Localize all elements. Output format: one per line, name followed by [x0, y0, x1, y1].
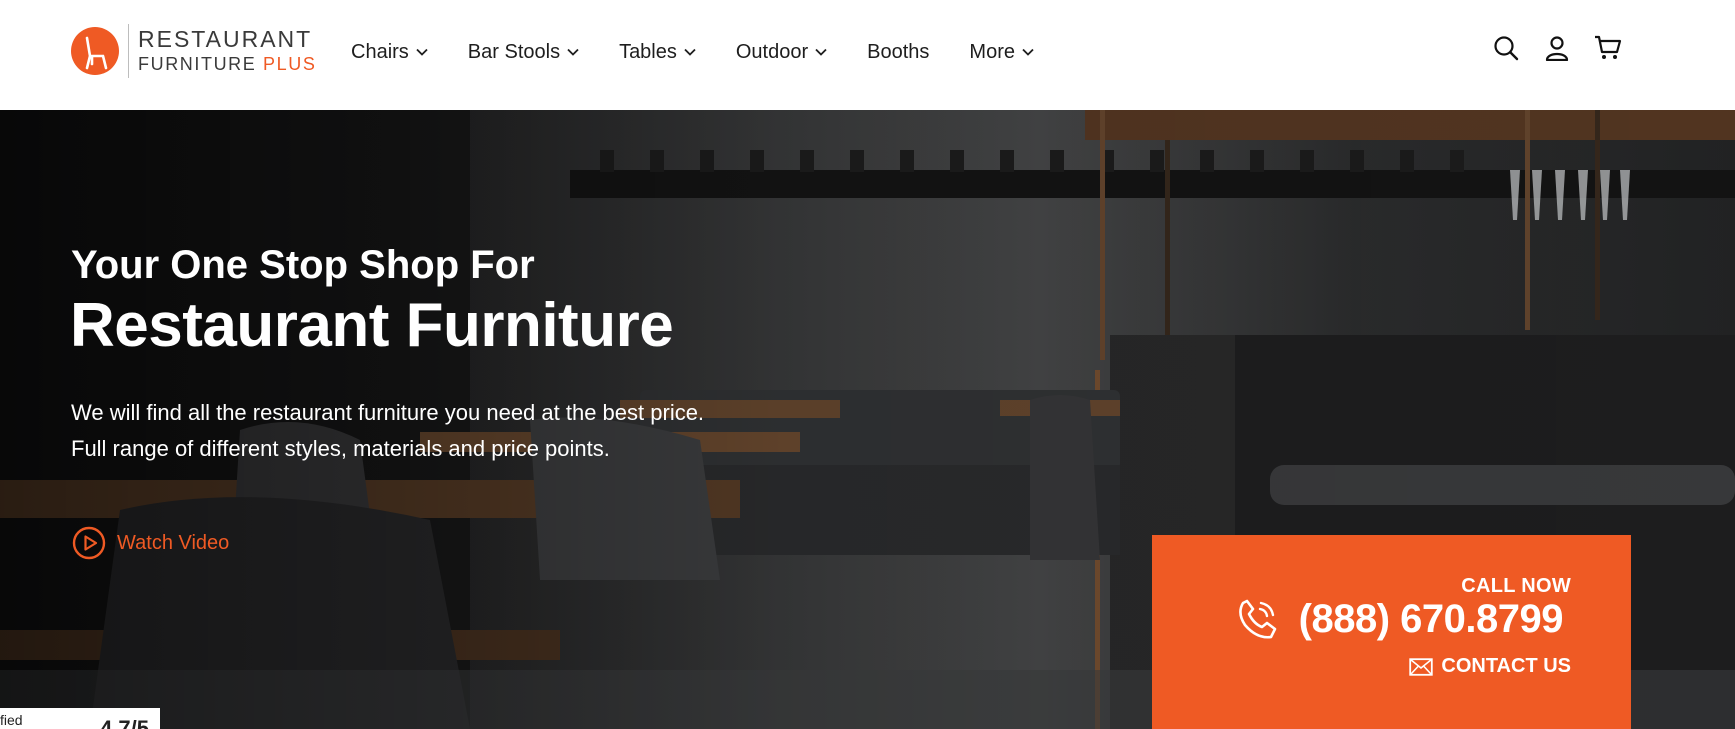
chevron-down-icon: [416, 48, 428, 56]
logo-text-furniture-plus: FURNITURE PLUS: [138, 54, 317, 74]
watch-video-button[interactable]: Watch Video: [72, 526, 229, 560]
chevron-down-icon: [815, 48, 827, 56]
phone-icon: [1238, 599, 1276, 639]
logo-divider: [128, 24, 129, 78]
contact-us-label: CONTACT US: [1441, 655, 1571, 677]
call-now-panel: CALL NOW (888) 670.8799 CONTACT US: [1152, 535, 1631, 729]
hero-title: Restaurant Furniture: [70, 291, 674, 360]
chevron-down-icon: [1022, 48, 1034, 56]
nav-outdoor[interactable]: Outdoor: [736, 41, 827, 64]
badge-text: fied: [0, 712, 23, 728]
chevron-down-icon: [567, 48, 579, 56]
site-header: RESTAURANT FURNITURE PLUS Chairs Bar Sto…: [0, 0, 1735, 110]
nav-tables[interactable]: Tables: [619, 41, 696, 64]
nav-more[interactable]: More: [969, 41, 1034, 64]
chevron-down-icon: [684, 48, 696, 56]
badge-rating: 4.7/5: [100, 716, 149, 729]
hero-banner: Your One Stop Shop For Restaurant Furnit…: [0, 110, 1735, 729]
nav-booths[interactable]: Booths: [867, 41, 929, 64]
hero-description-line-2: Full range of different styles, material…: [71, 436, 610, 461]
cart-icon[interactable]: [1594, 34, 1622, 62]
chair-logo-icon: [71, 27, 119, 75]
hero-description: We will find all the restaurant furnitur…: [71, 395, 831, 467]
watch-video-label: Watch Video: [117, 531, 230, 554]
account-icon[interactable]: [1543, 34, 1571, 62]
header-actions: [1469, 34, 1622, 62]
play-circle-icon: [72, 526, 106, 560]
search-icon[interactable]: [1492, 34, 1520, 62]
hero-description-line-1: We will find all the restaurant furnitur…: [71, 400, 705, 425]
logo-text-restaurant: RESTAURANT: [138, 26, 313, 52]
main-nav: Chairs Bar Stools Tables Outdoor Booths …: [351, 0, 1074, 104]
envelope-icon: [1409, 657, 1434, 676]
nav-chairs[interactable]: Chairs: [351, 41, 428, 64]
nav-bar-stools[interactable]: Bar Stools: [468, 41, 579, 64]
verified-rating-badge[interactable]: fied 4.7/5: [0, 708, 160, 729]
contact-us-link[interactable]: CONTACT US: [1409, 655, 1571, 678]
site-logo[interactable]: RESTAURANT FURNITURE PLUS: [70, 24, 330, 78]
phone-number: (888) 670.8799: [1298, 596, 1564, 641]
phone-link[interactable]: (888) 670.8799: [1233, 595, 1564, 643]
hero-subtitle: Your One Stop Shop For: [71, 243, 535, 287]
